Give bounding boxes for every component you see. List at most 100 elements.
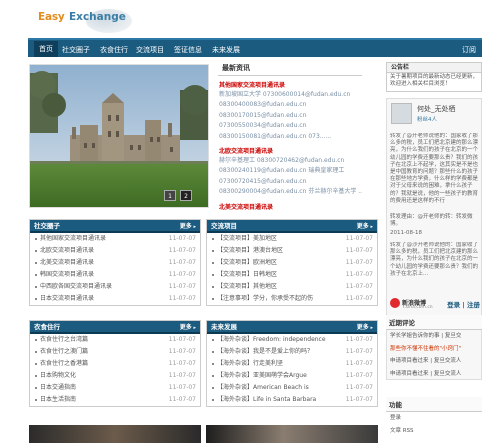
list-item[interactable]: 【交流项目】港澳台地区 11-07-07 [207,245,377,257]
subscribe-link[interactable]: 订阅 [462,43,476,57]
list-item-text[interactable]: 【海外杂谈】American Beach is [217,384,309,391]
comment-item[interactable]: 申请项目看过来 | 复旦交流人 [386,368,482,381]
news-line: 08300170015@fudan.edu.cn [219,111,307,119]
list-item-text[interactable]: 衣食住行之台湾篇 [40,336,88,343]
list-item[interactable]: 【交流项目】其他地区 11-07-07 [207,281,377,293]
list-item[interactable]: 日本生活指南 11-07-07 [30,394,200,406]
news-line: 新加坡国立大学 07300600014@fudan.edu.cn [219,91,351,98]
list-item-text[interactable]: 衣食住行之香港篇 [40,360,88,367]
profile-fans[interactable]: 粉丝4人 [417,115,437,123]
list-item[interactable]: 【海外杂谈】亚美国萌学会Argue 11-07-07 [207,370,377,382]
nav-item-visa[interactable]: 签证信息 [174,43,202,57]
slide-page-1[interactable]: 1 [164,190,176,201]
nav-item-home[interactable]: 首页 [34,41,58,57]
list-item-date: 11-07-07 [345,235,373,242]
news-heading[interactable]: 北欧交流项目通讯录 [219,146,362,155]
login-link[interactable]: 登录 [386,412,482,425]
list-item-text[interactable]: 日本交流项目通讯录 [40,295,94,302]
list-item[interactable]: 衣食住行之香港篇 11-07-07 [30,358,200,370]
more-link[interactable]: 更多 [180,220,196,234]
news-heading[interactable]: 北美交流项目通讯录 [219,202,362,211]
list-item[interactable]: 【海外杂谈】Freedom: independence 11-07-07 [207,334,377,346]
list-item-date: 11-07-07 [345,295,373,302]
logo-text-easy: Easy [38,11,65,23]
list-item-text[interactable]: 日本交通指南 [40,384,76,391]
list-item-date: 11-07-07 [345,348,373,355]
list-item[interactable]: 【海外杂谈】行走美利坚 11-07-07 [207,358,377,370]
list-item-date: 11-07-07 [168,247,196,254]
weibo-login-links[interactable]: 登录 | 注册 [447,299,480,309]
list-item-date: 11-07-07 [345,384,373,391]
list-item[interactable]: 其他国家交流项目通讯录 11-07-07 [30,233,200,245]
list-item-text[interactable]: 【交流项目】其他地区 [217,283,277,290]
list-item[interactable]: 【交流项目】欧洲地区 11-07-07 [207,257,377,269]
nav-item-future[interactable]: 未来发展 [212,43,240,57]
list-item-text[interactable]: 其他国家交流项目通讯录 [40,235,106,242]
box-exchange: 交流项目 更多 【交流项目】美加地区 11-07-07 【交流项目】港澳台地区 11… [206,219,378,306]
list-item-text[interactable]: 日本购物文化 [40,372,76,379]
list-item-text[interactable]: 【交流项目】日韩地区 [217,271,277,278]
site-logo[interactable]: Easy Exchange [34,8,134,33]
comment-item[interactable]: 学长学姐告诉你的事 | 复旦交 [386,330,482,343]
list-item-text[interactable]: 【交流项目】美加地区 [217,235,277,242]
list-item[interactable]: 【交流项目】日韩地区 11-07-07 [207,269,377,281]
box-future: 未来发展 更多 【海外杂谈】Freedom: independence 11-07… [206,320,378,407]
list-item[interactable]: 韩国交流项目通讯录 11-07-07 [30,269,200,281]
avatar[interactable] [391,103,412,124]
nav-item-social[interactable]: 社交圈子 [62,43,90,57]
comment-item[interactable]: 那些你不懂不住看的"小窍门" [386,343,482,356]
list-item[interactable]: 日本交流项目通讯录 11-07-07 [30,293,200,305]
list-item-text[interactable]: 【海外杂谈】Freedom: independence [217,336,326,343]
news-heading[interactable]: 其他国家交流项目通讯录 [219,80,362,89]
list-item-text[interactable]: 北美交流项目通讯录 [40,259,94,266]
more-link[interactable]: 更多 [180,321,196,335]
more-link[interactable]: 更多 [357,321,373,335]
comment-item[interactable]: 申请项目看过来 | 复旦交流人 [386,355,482,368]
weibo-url: T.sina.com.cn [402,305,433,310]
list-item[interactable]: 日本购物文化 11-07-07 [30,370,200,382]
profile-name[interactable]: 何处_无处栖 [417,104,456,114]
latest-news: 最新资讯 其他国家交流项目通讯录 新加坡国立大学 07300600014@fud… [218,62,362,212]
slide-page-2[interactable]: 2 [180,190,192,201]
list-item[interactable]: 【注意事项】学分，你承受不起的伤 11-07-07 [207,293,377,305]
list-item[interactable]: 北欧交流项目通讯录 11-07-07 [30,245,200,257]
box-title: 未来发展 [211,323,237,331]
nav-item-exchange[interactable]: 交流项目 [136,43,164,57]
list-item[interactable]: 中西欧各国交流项目通讯录 11-07-07 [30,281,200,293]
list-item-date: 11-07-07 [168,283,196,290]
list-item-text[interactable]: 【海外杂谈】亚美国萌学会Argue [217,372,307,379]
box-header: 未来发展 更多 [207,321,377,334]
nav-item-living[interactable]: 衣食住行 [100,43,128,57]
list-item-text[interactable]: 【海外杂谈】我是不是爱上你的吗？ [217,348,313,355]
bottom-photo-left [29,425,201,443]
list-item-text[interactable]: 衣食住行之澳门篇 [40,348,88,355]
more-link[interactable]: 更多 [357,220,373,234]
list-item-text[interactable]: 北欧交流项目通讯录 [40,247,94,254]
list-item-text[interactable]: 【海外杂谈】Life in Santa Barbara [217,396,316,403]
list-item[interactable]: 日本交通指南 11-07-07 [30,382,200,394]
weibo-post: 转发理由：@开老师的转：转发微博。 [390,214,473,228]
list-item-text[interactable]: 韩国交流项目通讯录 [40,271,94,278]
list-item[interactable]: 【海外杂谈】American Beach is 11-07-07 [207,382,377,394]
list-item[interactable]: 衣食住行之台湾篇 11-07-07 [30,334,200,346]
list-item-date: 11-07-07 [168,235,196,242]
list-item[interactable]: 【海外杂谈】Life in Santa Barbara 11-07-07 [207,394,377,406]
list-item-text[interactable]: 【海外杂谈】行走美利坚 [217,360,283,367]
logo-text-exchange: Exchange [69,11,126,23]
box-title: 交流项目 [211,222,237,230]
rss-link[interactable]: 文章 RSS [386,425,482,438]
list-item[interactable]: 【海外杂谈】我是不是爱上你的吗？ 11-07-07 [207,346,377,358]
notice-text: 关于暑期项目的最新动态已经更新，欢迎进入相关栏目浏览！ [390,74,479,87]
list-item-text[interactable]: 【交流项目】欧洲地区 [217,259,277,266]
featured-slideshow[interactable]: 1 2 [29,64,209,208]
list-item-text[interactable]: 【注意事项】学分，你承受不起的伤 [217,295,313,302]
box-header: 衣食住行 更多 [30,321,200,334]
list-item[interactable]: 【交流项目】美加地区 11-07-07 [207,233,377,245]
list-item-text[interactable]: 日本生活指南 [40,396,76,403]
list-item-text[interactable]: 中西欧各国交流项目通讯录 [40,283,112,290]
list-item[interactable]: 衣食住行之澳门篇 11-07-07 [30,346,200,358]
notice-board: 公告栏 关于暑期项目的最新动态已经更新，欢迎进入相关栏目浏览！ [386,62,482,92]
list-item[interactable]: 北美交流项目通讯录 11-07-07 [30,257,200,269]
list-item-text[interactable]: 【交流项目】港澳台地区 [217,247,283,254]
box-header: 交流项目 更多 [207,220,377,233]
